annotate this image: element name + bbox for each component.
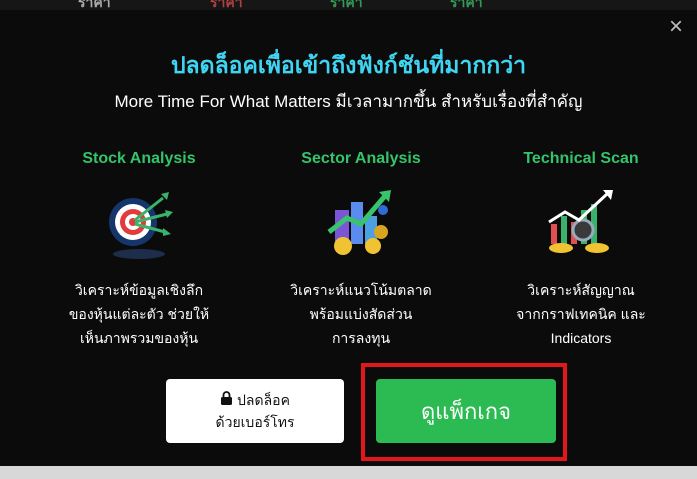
background-bottom-strip [0, 466, 697, 479]
feature-title: Sector Analysis [301, 150, 421, 167]
unlock-sublabel: ด้วยเบอร์โทร [215, 414, 295, 430]
background-text: ราคา [210, 0, 243, 10]
feature-desc-line: วิเคราะห์ข้อมูลเชิงลึก [74, 282, 204, 298]
background-text: ราคา [450, 0, 483, 10]
feature-desc-line: เห็นภาพรวมของหุ้น [79, 330, 199, 346]
feature-description: วิเคราะห์แนวโน้มตลาด พร้อมแบ่งสัดส่วน กา… [261, 278, 461, 350]
lock-icon [220, 389, 233, 411]
feature-desc-line: วิเคราะห์สัญญาณ [527, 282, 635, 298]
feature-sector-analysis: Sector Analysis วิเคราะห์แนวโน้มตลาด พร้… [261, 150, 461, 350]
feature-desc-line: การลงทุน [331, 330, 391, 346]
feature-description: วิเคราะห์ข้อมูลเชิงลึก ของหุ้นแต่ละตัว ช… [39, 278, 239, 350]
close-icon[interactable]: × [665, 15, 687, 39]
feature-desc-line: วิเคราะห์แนวโน้มตลาด [290, 282, 432, 298]
feature-desc-line: พร้อมแบ่งสัดส่วน [309, 306, 413, 322]
technical-chart-icon [541, 182, 621, 262]
feature-description: วิเคราะห์สัญญาณ จากกราฟเทคนิค และ Indica… [481, 278, 681, 350]
feature-desc-line: ของหุ้นแต่ละตัว ช่วยให้ [68, 306, 210, 322]
view-package-button[interactable]: ดูแพ็กเกจ [376, 379, 556, 443]
unlock-label: ปลดล็อค [237, 392, 290, 408]
target-icon [99, 182, 179, 262]
modal-title: ปลดล็อคเพื่อเข้าถึงฟังก์ชันที่มากกว่า [170, 52, 527, 78]
feature-technical-scan: Technical Scan วิเคราะห์สัญญาณ จากกราฟเท… [481, 150, 681, 350]
feature-desc-line: Indicators [550, 330, 612, 346]
unlock-with-phone-button[interactable]: ปลดล็อค ด้วยเบอร์โทร [166, 379, 344, 443]
background-text: ราคา [78, 0, 111, 10]
feature-stock-analysis: Stock Analysis วิเคราะห์ข้อมูลเชิงลึก ขอ… [39, 150, 239, 350]
background-price-strip: ราคา ราคา ราคา ราคา [0, 0, 697, 10]
background-text: ราคา [330, 0, 363, 10]
unlock-modal: × ปลดล็อคเพื่อเข้าถึงฟังก์ชันที่มากกว่า … [0, 10, 697, 466]
sector-growth-icon [321, 182, 401, 262]
feature-title: Stock Analysis [82, 150, 196, 167]
modal-subtitle: More Time For What Matters มีเวลามากขึ้น… [114, 92, 583, 111]
feature-title: Technical Scan [523, 150, 639, 167]
feature-desc-line: จากกราฟเทคนิค และ [516, 306, 646, 322]
